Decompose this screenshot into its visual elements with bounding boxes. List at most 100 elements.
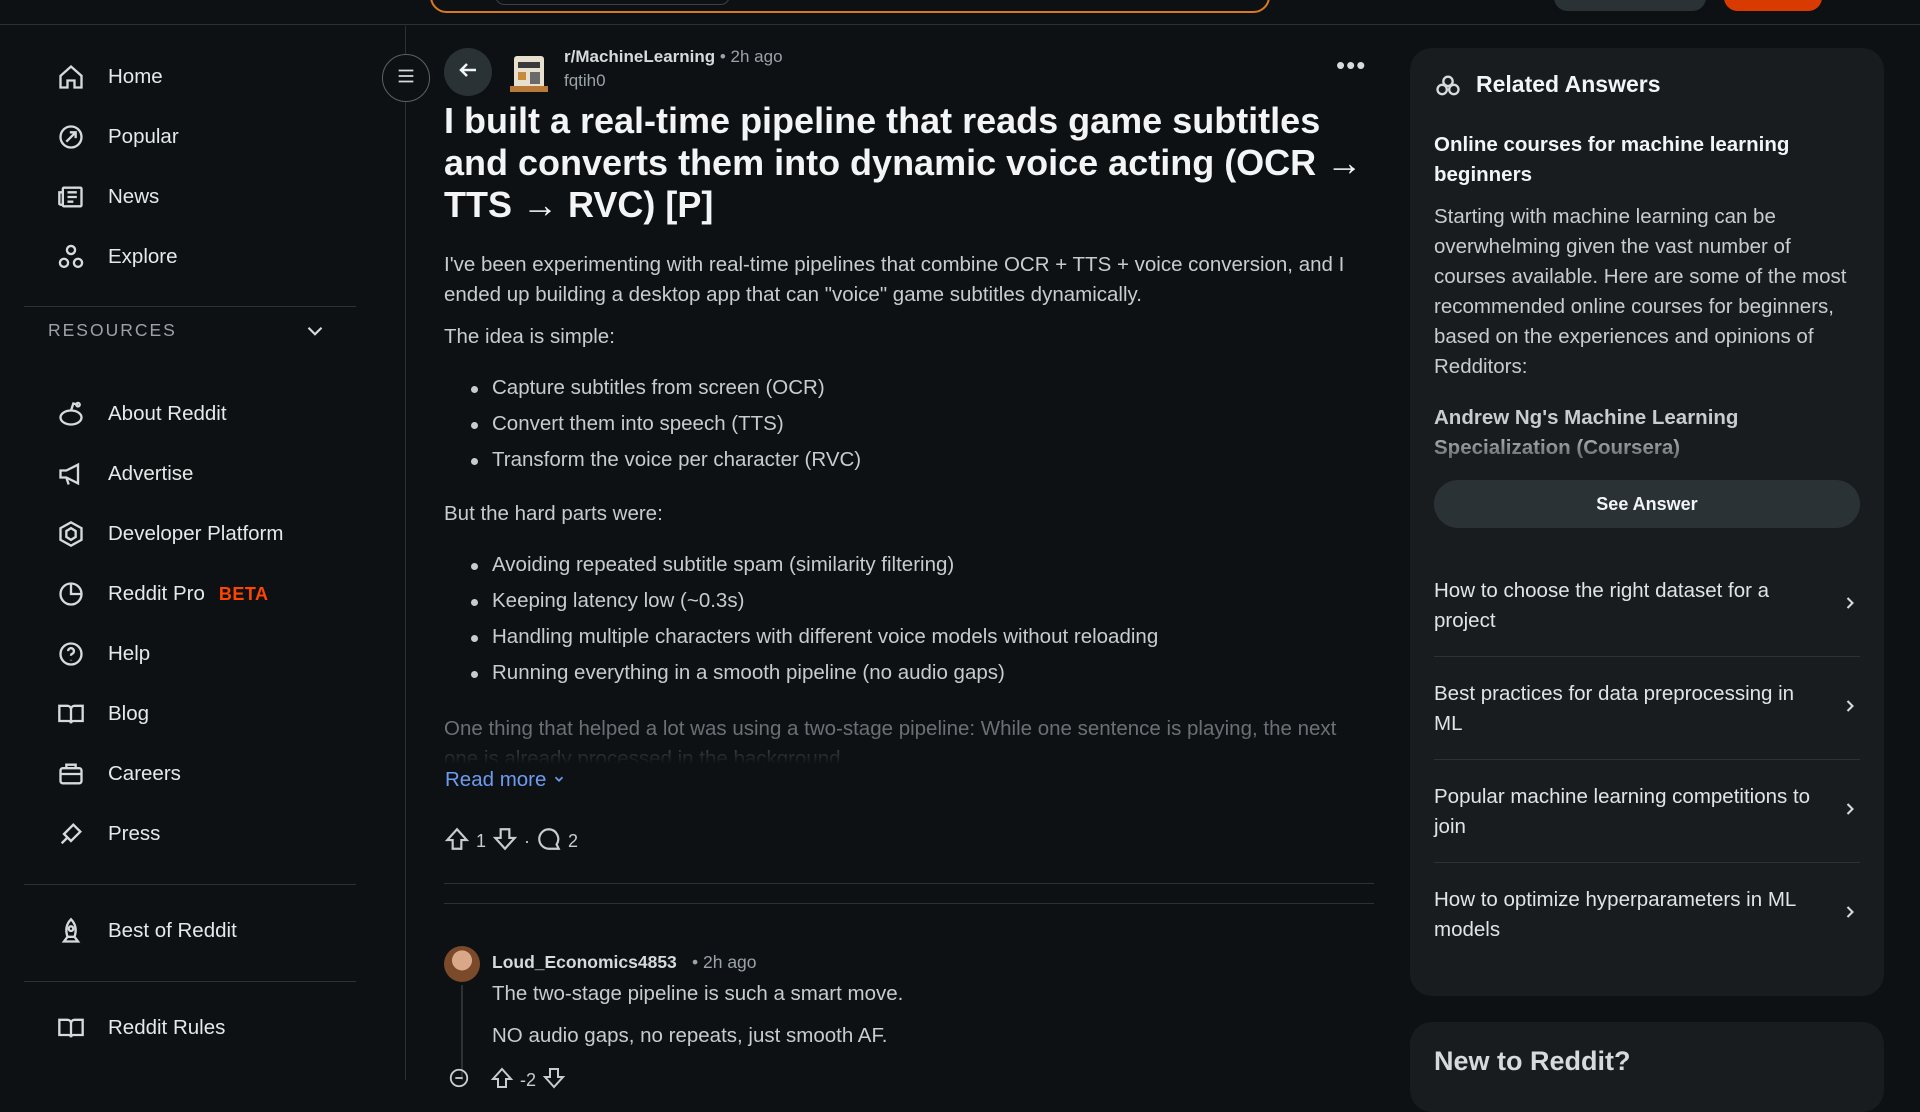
- related-question-label: How to choose the right dataset for a pr…: [1434, 578, 1770, 632]
- sidebar-item-blog[interactable]: Blog: [56, 694, 149, 734]
- sidebar-item-careers[interactable]: Careers: [56, 754, 181, 794]
- home-icon: [56, 62, 86, 92]
- sidebar-divider: [24, 884, 356, 885]
- sidebar-item-news[interactable]: News: [56, 177, 159, 217]
- sidebar-item-reddit-pro[interactable]: Reddit Pro BETA: [56, 574, 269, 614]
- related-question-label: How to optimize hyperparameters in ML mo…: [1434, 887, 1796, 941]
- sidebar-item-label: Home: [108, 65, 163, 88]
- sidebar-item-advertise[interactable]: Advertise: [56, 454, 193, 494]
- downvote-icon[interactable]: [542, 1066, 566, 1095]
- more-options-icon[interactable]: •••: [1336, 52, 1366, 78]
- back-button[interactable]: [444, 48, 492, 96]
- hard-parts-list: Avoiding repeated subtitle spam (similar…: [444, 550, 1158, 694]
- pro-icon: [56, 579, 86, 609]
- resources-heading[interactable]: RESOURCES: [48, 320, 177, 341]
- vote-count: -2: [520, 1070, 537, 1090]
- comment-text: The two-stage pipeline is such a smart m…: [492, 982, 904, 1005]
- explore-icon: [56, 242, 86, 272]
- list-item: Transform the voice per character (RVC): [444, 445, 861, 481]
- sidebar-item-reddit-rules[interactable]: Reddit Rules: [56, 1008, 225, 1048]
- sidebar-item-developer-platform[interactable]: Developer Platform: [56, 514, 283, 554]
- post-body-idea: The idea is simple:: [444, 325, 615, 348]
- top-bar: [0, 0, 1920, 25]
- post-actions: 1 · 2: [444, 826, 578, 857]
- help-icon: [56, 639, 86, 669]
- popular-icon: [56, 122, 86, 152]
- list-item: Running everything in a smooth pipeline …: [444, 658, 1158, 694]
- sidebar-item-press[interactable]: Press: [56, 814, 160, 854]
- sidebar-item-label: Best of Reddit: [108, 919, 237, 942]
- post-author[interactable]: fqtih0: [564, 71, 606, 91]
- collapse-thread-icon[interactable]: [448, 1067, 470, 1094]
- action-separator: ·: [524, 831, 531, 851]
- new-to-reddit-title: New to Reddit?: [1434, 1046, 1631, 1076]
- comment-author[interactable]: Loud_Economics4853: [492, 952, 677, 973]
- sidebar-item-label: About Reddit: [108, 402, 227, 425]
- collapse-sidebar-button[interactable]: [382, 54, 430, 102]
- related-question-item[interactable]: Popular machine learning competitions to…: [1434, 760, 1860, 863]
- answer-subheading: Andrew Ng's Machine Learning Specializat…: [1434, 406, 1739, 459]
- sidebar-item-label: Careers: [108, 762, 181, 785]
- sidebar-item-label: Press: [108, 822, 161, 845]
- sidebar-item-popular[interactable]: Popular: [56, 117, 179, 157]
- sidebar-divider: [24, 306, 356, 307]
- answer-question: Online courses for machine learning begi…: [1434, 133, 1790, 186]
- rules-book-icon: [56, 1013, 86, 1043]
- vote-count: 1: [476, 831, 487, 851]
- read-more-link[interactable]: Read more: [445, 768, 566, 792]
- idea-list: Capture subtitles from screen (OCR) Conv…: [444, 373, 861, 481]
- list-item: Handling multiple characters with differ…: [444, 622, 1158, 658]
- blog-icon: [56, 699, 86, 729]
- sidebar-item-label: Advertise: [108, 462, 194, 485]
- sidebar-item-label: Popular: [108, 125, 179, 148]
- sidebar-item-label: News: [108, 185, 160, 208]
- search-input[interactable]: [495, 0, 730, 5]
- post-divider: [444, 883, 1374, 884]
- post-meta: r/MachineLearning • 2h ago: [564, 47, 783, 67]
- sidebar-item-label: Reddit Rules: [108, 1016, 226, 1039]
- rocket-icon: [56, 916, 86, 946]
- answers-icon: [1434, 72, 1462, 105]
- get-app-button[interactable]: [1554, 0, 1706, 11]
- hamburger-icon: [395, 65, 417, 92]
- chevron-right-icon: [1840, 799, 1860, 824]
- sidebar-item-help[interactable]: Help: [56, 634, 150, 674]
- subreddit-link[interactable]: r/MachineLearning: [564, 47, 715, 66]
- beta-badge: BETA: [218, 583, 269, 604]
- sidebar-item-about-reddit[interactable]: About Reddit: [56, 394, 227, 434]
- megaphone-icon: [56, 459, 86, 489]
- upvote-icon[interactable]: [444, 826, 470, 857]
- subreddit-avatar[interactable]: [508, 50, 550, 96]
- downvote-icon[interactable]: [492, 826, 518, 857]
- chevron-right-icon: [1840, 593, 1860, 618]
- chevron-right-icon: [1840, 696, 1860, 721]
- comments-divider: [444, 903, 1374, 904]
- read-more-label: Read more: [445, 768, 547, 791]
- comment-count: 2: [568, 831, 579, 851]
- related-answers-title: Related Answers: [1476, 71, 1661, 97]
- comment-text: NO audio gaps, no repeats, just smooth A…: [492, 1024, 888, 1047]
- avatar[interactable]: [444, 946, 480, 982]
- related-question-item[interactable]: How to optimize hyperparameters in ML mo…: [1434, 863, 1860, 966]
- post-body-faded: One thing that helped a lot was using a …: [444, 717, 1337, 764]
- post-body-hard: But the hard parts were:: [444, 502, 663, 525]
- briefcase-icon: [56, 759, 86, 789]
- post-time: • 2h ago: [719, 47, 783, 66]
- comment-actions: -2: [448, 1066, 566, 1095]
- news-icon: [56, 182, 86, 212]
- comment-icon[interactable]: [536, 826, 562, 857]
- chevron-down-icon: [552, 768, 566, 791]
- post-body-intro: I've been experimenting with real-time p…: [444, 253, 1345, 306]
- upvote-icon[interactable]: [490, 1066, 514, 1095]
- related-question-item[interactable]: How to choose the right dataset for a pr…: [1434, 554, 1860, 657]
- sidebar-item-label: Help: [108, 642, 151, 665]
- chevron-down-icon[interactable]: [302, 318, 328, 349]
- login-button[interactable]: [1724, 0, 1822, 11]
- sidebar-item-explore[interactable]: Explore: [56, 237, 178, 277]
- reddit-alien-icon: [56, 399, 86, 429]
- sidebar-item-best-of-reddit[interactable]: Best of Reddit: [56, 911, 237, 951]
- related-question-item[interactable]: Best practices for data preprocessing in…: [1434, 657, 1860, 760]
- see-answer-button[interactable]: See Answer: [1434, 480, 1860, 528]
- sidebar-item-home[interactable]: Home: [56, 57, 163, 97]
- sidebar-item-label: Explore: [108, 245, 178, 268]
